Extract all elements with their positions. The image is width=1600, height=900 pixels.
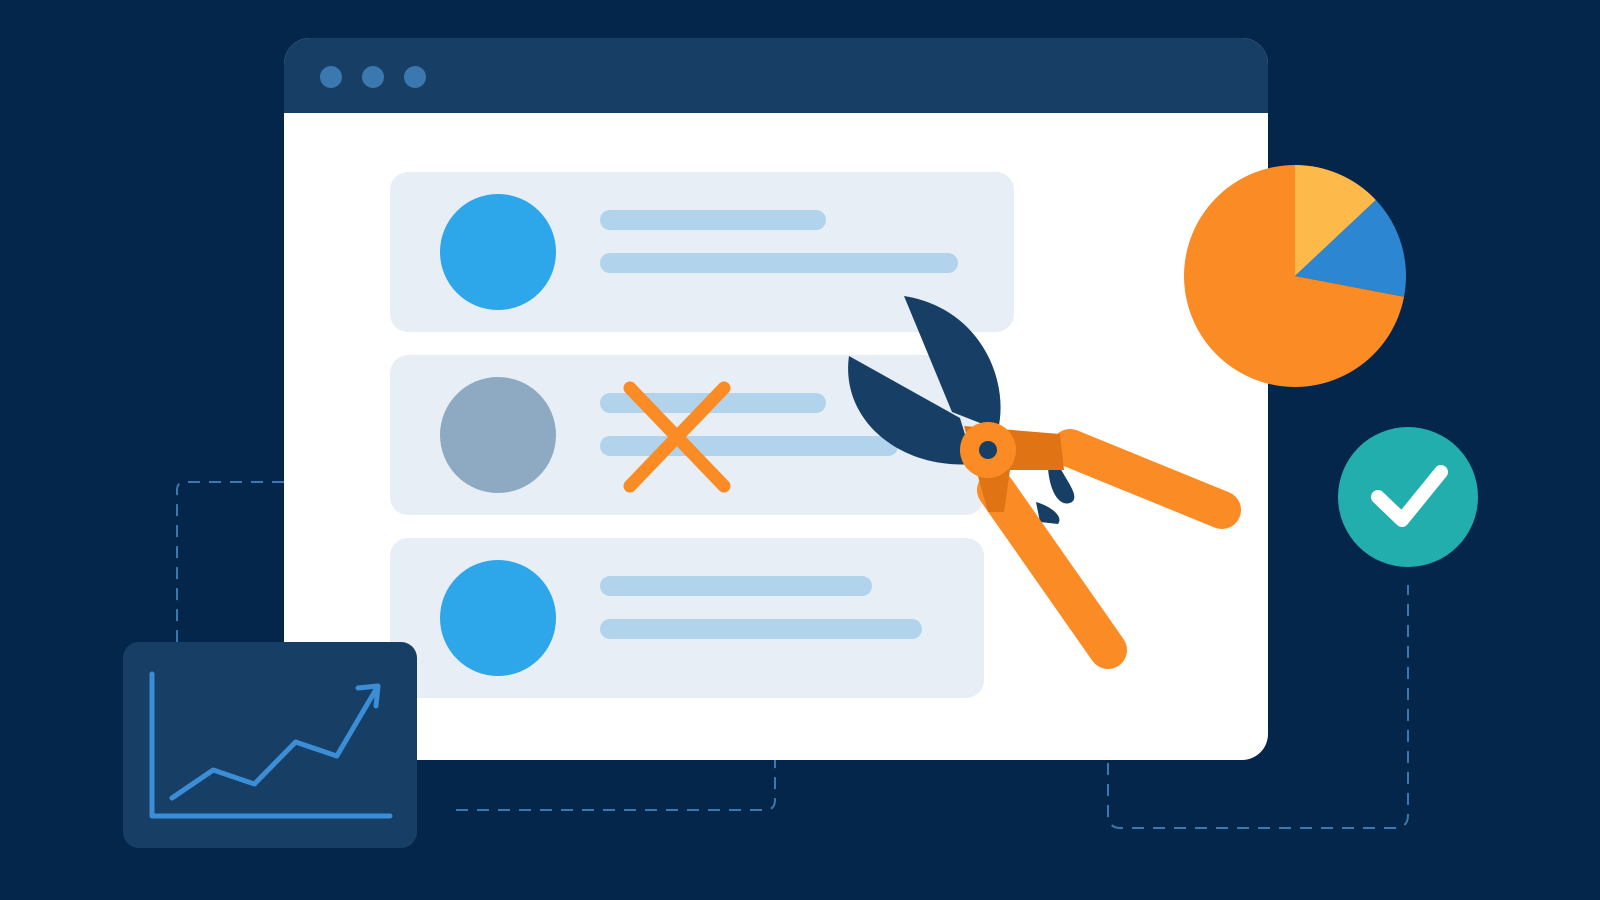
trend-chart-card xyxy=(123,642,417,848)
